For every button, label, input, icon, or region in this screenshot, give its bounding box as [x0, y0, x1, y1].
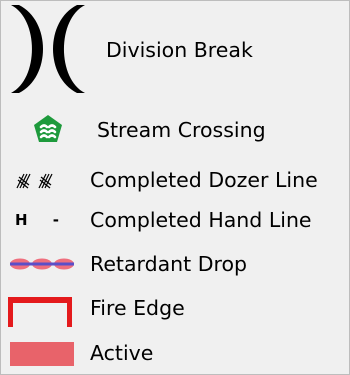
stream-crossing-icon [33, 114, 63, 144]
retardant-drop-icon [9, 255, 75, 273]
legend-item-retardant-drop: Retardant Drop [1, 248, 349, 280]
legend-label: Completed Dozer Line [90, 168, 318, 192]
legend-item-stream-crossing: Stream Crossing [1, 111, 349, 151]
map-legend: Division Break Stream Crossing Completed… [0, 0, 350, 375]
legend-label: Retardant Drop [90, 252, 248, 276]
hand-line-symbol: H - [15, 211, 70, 229]
legend-label: Division Break [106, 38, 253, 62]
legend-label: Completed Hand Line [90, 208, 312, 232]
legend-item-hand-line: H - Completed Hand Line [1, 204, 349, 236]
fire-edge-icon [7, 297, 73, 327]
legend-label: Active [90, 341, 154, 365]
legend-item-active: Active [1, 334, 349, 374]
legend-label: Stream Crossing [97, 118, 266, 142]
legend-item-division-break: Division Break [1, 1, 349, 101]
hand-line-icon: H - [15, 210, 69, 234]
legend-label: Fire Edge [90, 296, 185, 320]
division-break-icon [5, 3, 91, 95]
legend-item-fire-edge: Fire Edge [1, 291, 349, 327]
dozer-line-icon [15, 169, 69, 193]
legend-item-dozer-line: Completed Dozer Line [1, 165, 349, 197]
active-swatch-icon [10, 342, 74, 366]
